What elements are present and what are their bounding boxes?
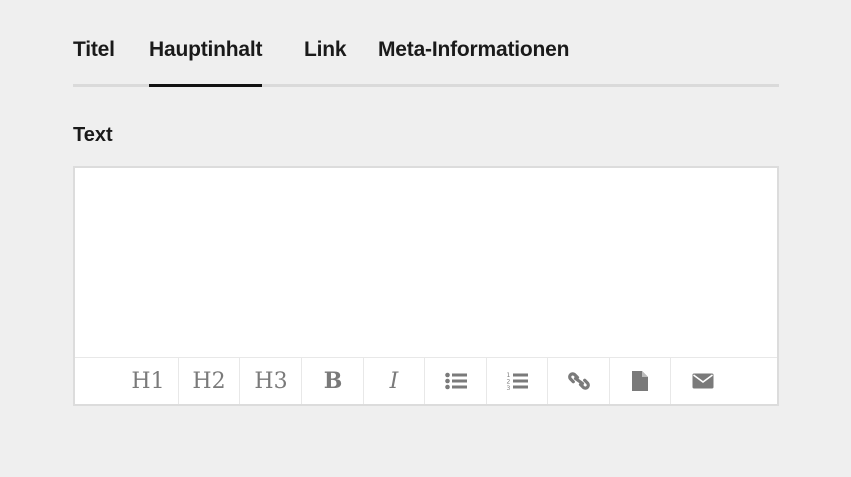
heading-2-label: H2: [192, 368, 226, 394]
numbered-list-button[interactable]: 1 2 3: [487, 358, 548, 404]
file-icon: [632, 371, 648, 391]
bold-label: B: [323, 368, 343, 394]
numbered-list-icon: 1 2 3: [507, 372, 528, 391]
heading-1-label: H1: [131, 368, 165, 394]
email-button[interactable]: [672, 358, 733, 404]
rich-text-editor: H1 H2 H3 B I 1 2 3: [73, 166, 779, 406]
svg-text:3: 3: [507, 385, 511, 391]
link-icon: [568, 372, 590, 390]
heading-3-button[interactable]: H3: [241, 358, 302, 404]
tab-bar: Titel Hauptinhalt Link Meta-Informatione…: [73, 0, 779, 88]
tab-meta-informationen[interactable]: Meta-Informationen: [378, 38, 569, 62]
envelope-icon: [692, 373, 713, 389]
text-editor-input[interactable]: [75, 168, 777, 357]
tab-titel[interactable]: Titel: [73, 38, 115, 62]
bullet-list-icon: [445, 372, 467, 390]
heading-2-button[interactable]: H2: [179, 358, 240, 404]
file-button[interactable]: [610, 358, 671, 404]
editor-toolbar: H1 H2 H3 B I 1 2 3: [75, 357, 777, 404]
link-button[interactable]: [549, 358, 610, 404]
tab-link[interactable]: Link: [304, 38, 347, 62]
heading-3-label: H3: [254, 368, 288, 394]
text-field-label: Text: [73, 124, 113, 146]
bullet-list-button[interactable]: [426, 358, 487, 404]
bold-button[interactable]: B: [303, 358, 364, 404]
tab-hauptinhalt[interactable]: Hauptinhalt: [149, 38, 263, 87]
italic-label: I: [389, 368, 399, 394]
italic-button[interactable]: I: [364, 358, 425, 404]
heading-1-button[interactable]: H1: [118, 358, 179, 404]
